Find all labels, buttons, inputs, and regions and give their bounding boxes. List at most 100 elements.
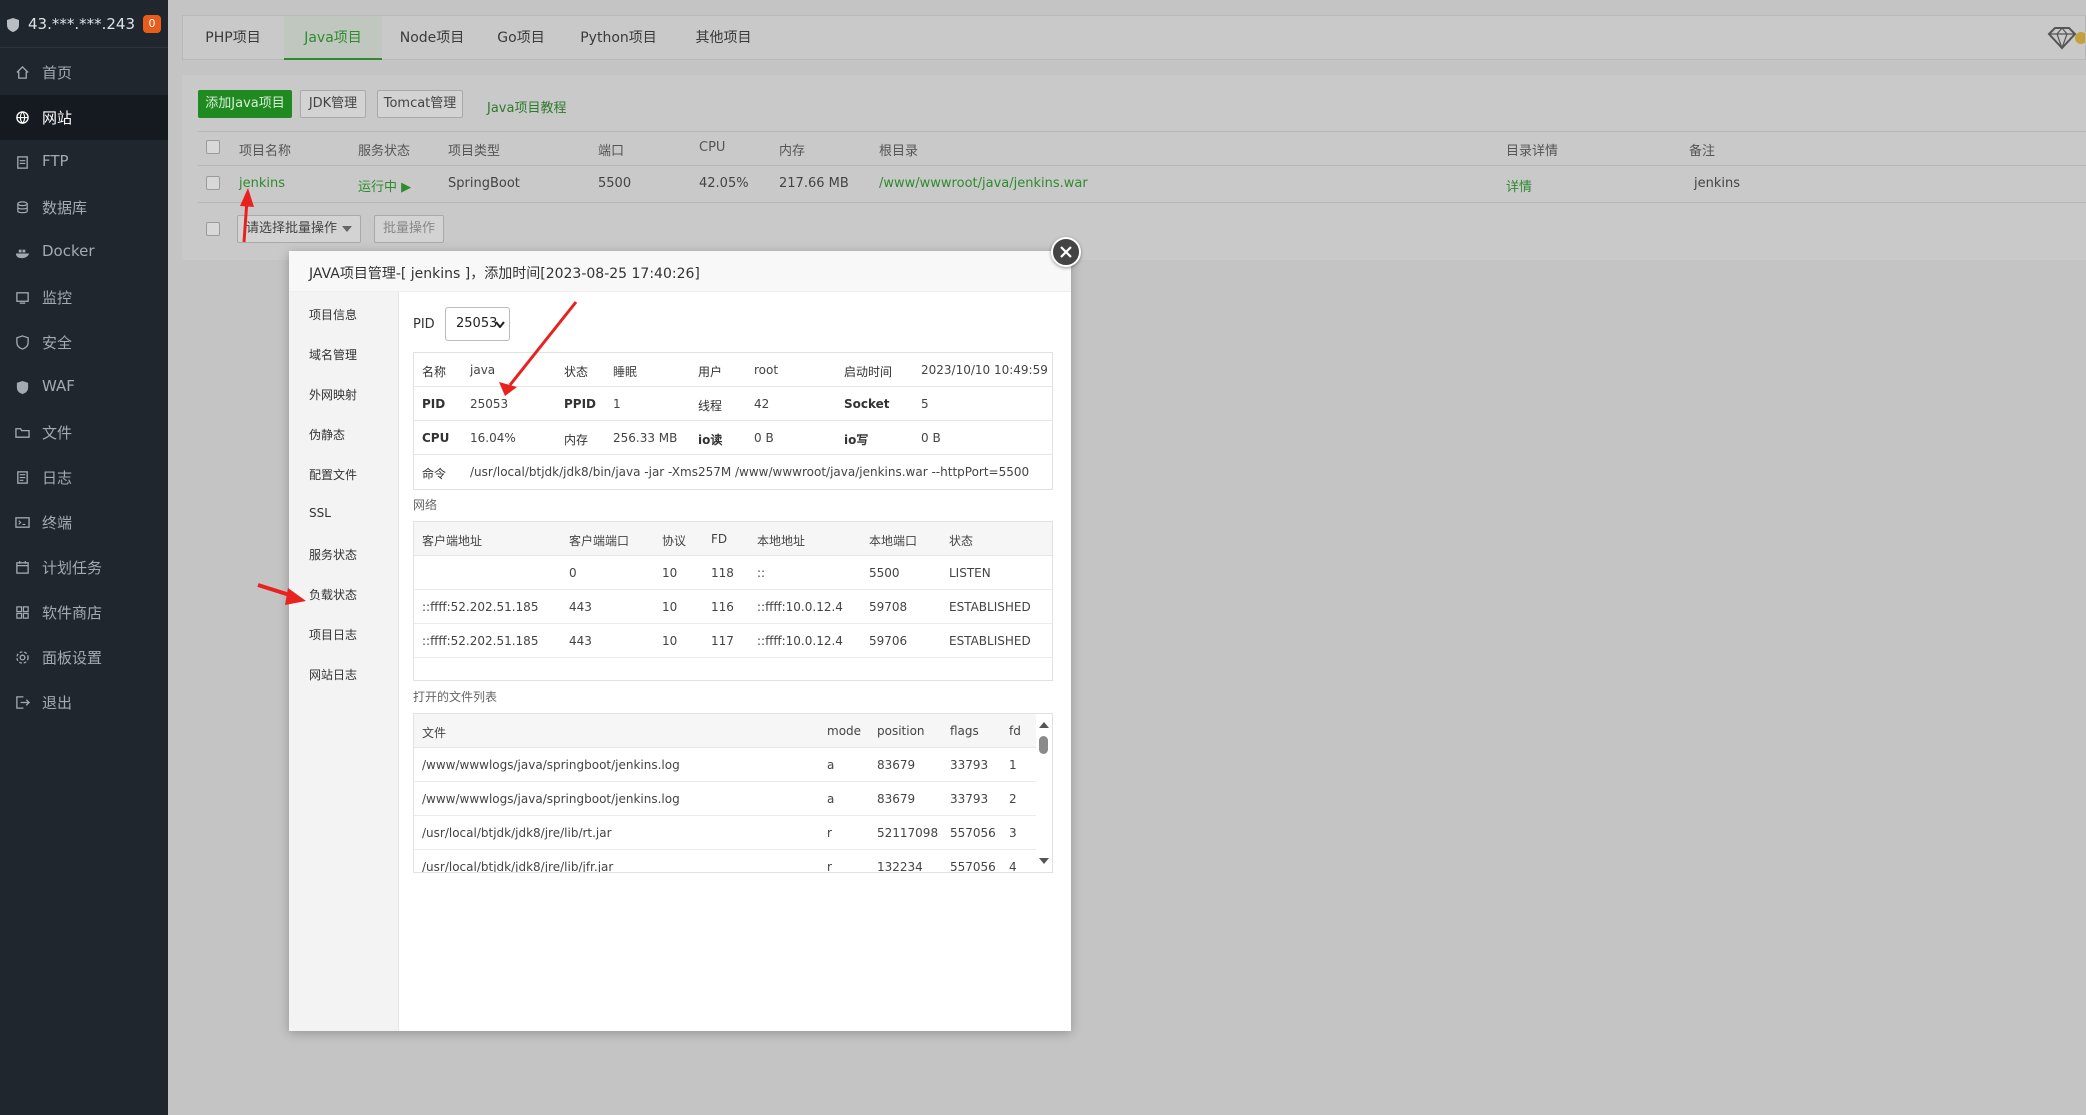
- service-status[interactable]: 运行中 ▶: [358, 176, 411, 195]
- sidebar-item[interactable]: 监控: [0, 275, 168, 320]
- tab-other[interactable]: 其他项目: [676, 16, 771, 60]
- sidebar-item[interactable]: 数据库: [0, 185, 168, 230]
- sidebar-item-label: 监控: [42, 289, 73, 307]
- file-col-mode: mode: [827, 724, 862, 738]
- file-cell: 2: [1009, 792, 1017, 806]
- modal-title: JAVA项目管理-[ jenkins ]，添加时间[2023-08-25 17:…: [309, 266, 700, 282]
- vip-diamond-icon[interactable]: [2045, 26, 2085, 50]
- modal-menu-item[interactable]: 配置文件: [309, 466, 357, 483]
- ppid-value: 1: [613, 397, 621, 411]
- sidebar-item[interactable]: 首页: [0, 50, 168, 95]
- io-read-value: 0 B: [754, 431, 774, 445]
- load-status-content: PID 25053 名称 java 状态 睡眠 用户 root 启动时间 202…: [399, 292, 1071, 1031]
- file-cell: r: [827, 860, 832, 873]
- io-write-value: 0 B: [921, 431, 941, 445]
- database-icon: [17, 201, 28, 214]
- scroll-down-icon[interactable]: [1039, 858, 1049, 864]
- sidebar-item-label: 终端: [42, 514, 73, 532]
- table-top-border: [198, 131, 2086, 132]
- terminal-icon: [15, 517, 30, 528]
- notification-badge[interactable]: 0: [143, 15, 161, 33]
- project-cpu: 42.05%: [699, 176, 749, 191]
- project-port: 5500: [598, 176, 632, 191]
- command-value: /usr/local/btjdk/jdk8/bin/java -jar -Xms…: [470, 465, 1030, 479]
- tab-php[interactable]: PHP项目: [183, 16, 283, 60]
- project-name-link[interactable]: jenkins: [239, 176, 285, 191]
- batch-action-button[interactable]: 批量操作: [374, 215, 444, 243]
- project-note[interactable]: jenkins: [1694, 176, 1740, 191]
- file-cell: /www/wwwlogs/java/springboot/jenkins.log: [422, 758, 680, 772]
- sidebar-item[interactable]: Docker: [0, 230, 168, 275]
- network-cell: 0: [569, 566, 577, 580]
- file-cell: 557056: [950, 860, 996, 873]
- project-mem: 217.66 MB: [779, 176, 849, 191]
- modal-menu-item[interactable]: 伪静态: [309, 426, 345, 443]
- sidebar-item[interactable]: 安全: [0, 320, 168, 365]
- sidebar-item[interactable]: 退出: [0, 680, 168, 725]
- row-checkbox[interactable]: [206, 176, 220, 190]
- scroll-up-icon[interactable]: [1039, 722, 1049, 728]
- sidebar-item-label: Docker: [42, 242, 95, 260]
- sidebar-item[interactable]: 网站: [0, 95, 168, 140]
- tab-python[interactable]: Python项目: [561, 16, 676, 60]
- add-java-project-button[interactable]: 添加Java项目: [198, 90, 292, 118]
- network-row: 0 10 118:: 5500 LISTEN: [414, 556, 1052, 590]
- project-root-link[interactable]: /www/wwwroot/java/jenkins.war: [879, 176, 1088, 191]
- tab-go[interactable]: Go项目: [481, 16, 561, 60]
- sidebar-item-label: 安全: [42, 334, 73, 352]
- dir-detail-link[interactable]: 详情: [1506, 176, 1532, 195]
- ppid-key: PPID: [564, 397, 597, 411]
- file-cell: 132234: [877, 860, 923, 873]
- batch-select[interactable]: 请选择批量操作: [237, 215, 361, 243]
- sidebar-item[interactable]: 软件商店: [0, 590, 168, 635]
- info-row-4: 命令 /usr/local/btjdk/jdk8/bin/java -jar -…: [414, 455, 1052, 490]
- log-icon: [17, 471, 28, 484]
- jdk-manage-button[interactable]: JDK管理: [300, 90, 366, 118]
- modal-close-button[interactable]: [1051, 237, 1081, 267]
- files-scrollbar[interactable]: [1036, 714, 1052, 872]
- file-cell: 33793: [950, 792, 989, 806]
- network-cell: 10: [662, 634, 678, 648]
- docker-icon: [15, 249, 30, 259]
- modal-menu-item[interactable]: 服务状态: [309, 546, 357, 563]
- globe-icon: [16, 111, 29, 124]
- pid-select[interactable]: 25053: [445, 307, 510, 341]
- modal-menu-item[interactable]: 域名管理: [309, 346, 357, 363]
- modal-menu-item[interactable]: SSL: [309, 506, 331, 520]
- sidebar-item-label: 日志: [42, 469, 73, 487]
- socket-key: Socket: [844, 397, 890, 411]
- user-key: 用户: [698, 365, 723, 379]
- chevron-down-icon: [495, 321, 505, 328]
- modal-menu-item[interactable]: 网站日志: [309, 666, 357, 683]
- batch-checkbox[interactable]: [206, 222, 220, 236]
- file-cell: 557056: [950, 826, 996, 840]
- cpu-value: 16.04%: [470, 431, 516, 445]
- shield-icon: [16, 335, 29, 350]
- tab-node[interactable]: Node项目: [383, 16, 481, 60]
- sidebar-item-label: 数据库: [42, 199, 88, 217]
- chevron-down-icon: [342, 226, 352, 232]
- scroll-thumb[interactable]: [1039, 736, 1048, 754]
- modal-menu-item[interactable]: 项目日志: [309, 626, 357, 643]
- sidebar-item-label: WAF: [42, 377, 75, 395]
- sidebar-item[interactable]: 计划任务: [0, 545, 168, 590]
- tab-java[interactable]: Java项目: [284, 16, 382, 60]
- file-cell: 83679: [877, 792, 916, 806]
- java-tutorial-link[interactable]: Java项目教程: [487, 97, 566, 116]
- modal-menu-item[interactable]: 项目信息: [309, 306, 357, 323]
- file-cell: 1: [1009, 758, 1017, 772]
- sidebar-item[interactable]: 日志: [0, 455, 168, 500]
- sidebar-item[interactable]: 文件: [0, 410, 168, 455]
- network-header: 客户端地址 客户端端口 协议 FD 本地地址 本地端口 状态: [414, 522, 1052, 556]
- tomcat-manage-button[interactable]: Tomcat管理: [377, 90, 463, 118]
- sidebar-item[interactable]: 面板设置: [0, 635, 168, 680]
- modal-menu-item[interactable]: 负载状态: [309, 586, 357, 603]
- file-cell: 83679: [877, 758, 916, 772]
- file-col-position: position: [877, 724, 925, 738]
- sidebar-item[interactable]: WAF: [0, 365, 168, 410]
- sidebar-item[interactable]: FTP: [0, 140, 168, 185]
- modal-menu-item[interactable]: 外网映射: [309, 386, 357, 403]
- sidebar-item[interactable]: 终端: [0, 500, 168, 545]
- col-type: 项目类型: [448, 144, 501, 159]
- select-all-checkbox[interactable]: [206, 140, 220, 154]
